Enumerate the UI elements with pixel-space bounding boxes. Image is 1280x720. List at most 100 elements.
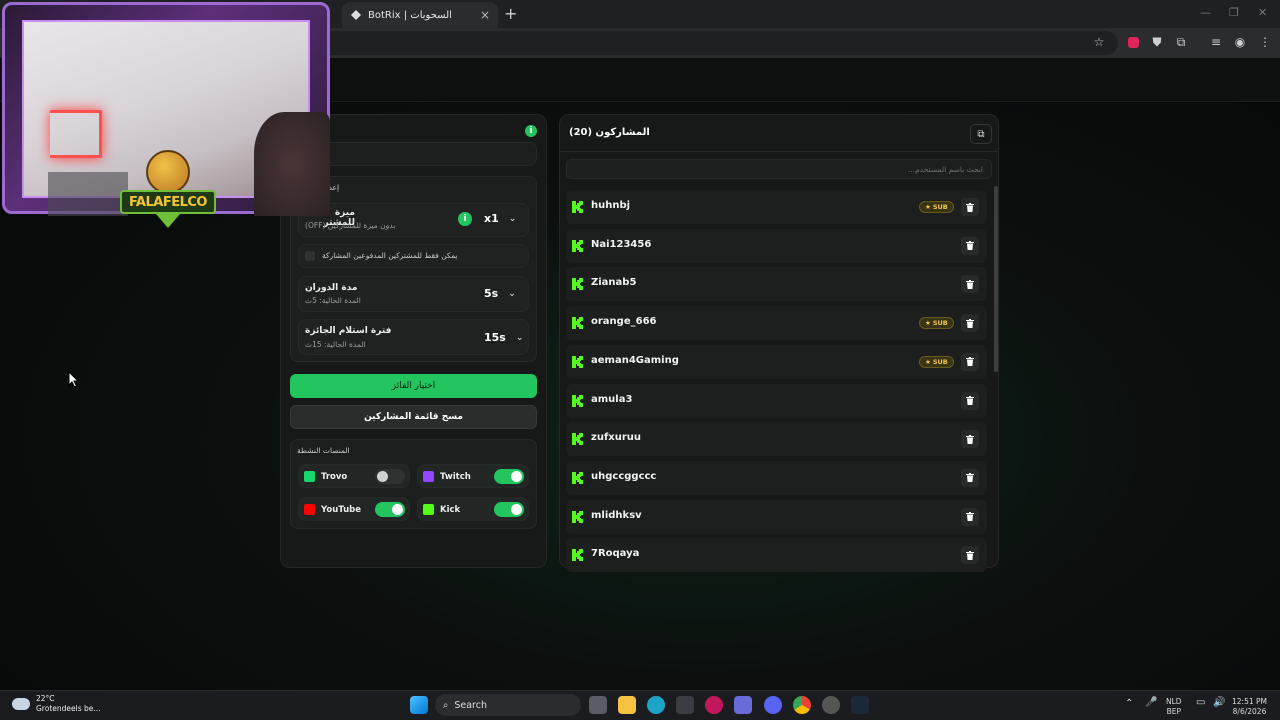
profile-icon[interactable]: ◉ [1232, 34, 1248, 50]
logo-text: FALAFELCO [120, 190, 216, 214]
trash-icon [966, 396, 974, 405]
delete-participant-button[interactable] [961, 275, 979, 294]
trash-icon [966, 318, 974, 328]
falafelco-logo: FALAFELCO [120, 150, 216, 234]
cloud-icon [12, 698, 30, 710]
twitch-icon [423, 471, 434, 482]
delete-participant-button[interactable] [961, 507, 979, 526]
feature-sub: بدون ميزة للمشاركين (OFF) [305, 221, 396, 230]
participants-scrollbar[interactable] [994, 186, 998, 372]
chevron-down-icon: ⌄ [508, 288, 516, 299]
pick-winner-button[interactable]: اختيار الفائز [290, 374, 537, 398]
shield-extension-icon[interactable]: ⛊ [1149, 34, 1165, 50]
twitch-toggle[interactable] [494, 469, 524, 484]
tab-title: BotRix | السحوبات [368, 9, 452, 21]
kick-logo-icon [572, 278, 583, 291]
microphone-icon[interactable]: 🎤 [1145, 698, 1157, 708]
kick-logo-icon [572, 471, 583, 484]
file-explorer-icon[interactable] [618, 696, 636, 714]
trash-icon [966, 434, 974, 444]
delete-participant-button[interactable] [961, 391, 979, 410]
tray-overflow-icon[interactable]: ⌃ [1125, 699, 1133, 709]
new-tab-button[interactable]: + [504, 4, 517, 23]
kick-logo-icon [572, 549, 583, 562]
taskbar-search[interactable]: ⌕ Search [435, 694, 581, 716]
delete-participant-button[interactable] [961, 352, 979, 371]
windows-start-icon[interactable] [410, 696, 428, 714]
participant-row: Nai123456 [566, 228, 987, 263]
edge-icon[interactable] [647, 696, 665, 714]
participant-row: 7Roqaya [566, 538, 987, 573]
volume-icon[interactable]: 🔊 [1213, 698, 1225, 708]
network-icon[interactable]: ▭ [1196, 698, 1205, 708]
neon-light [50, 110, 102, 158]
input-language[interactable]: NLD BEP [1166, 697, 1182, 717]
feature-value: x1 [484, 212, 499, 225]
delete-participant-button[interactable] [961, 468, 979, 487]
star-icon: ★ [925, 357, 931, 366]
tab-close-icon[interactable]: × [480, 8, 490, 22]
kick-logo-icon [572, 510, 583, 523]
task-view-icon[interactable] [589, 696, 607, 714]
app-purple-icon[interactable] [734, 696, 752, 714]
paid-only-label: يمكن فقط للمشتركين المدفوعين المشاركة [322, 251, 458, 260]
delete-participant-button[interactable] [961, 236, 979, 255]
address-bar[interactable] [310, 31, 1118, 55]
participant-name: Nai123456 [591, 238, 652, 250]
info-icon[interactable]: i [525, 125, 537, 137]
lang-primary: NLD [1166, 697, 1182, 706]
steam-icon[interactable] [851, 696, 869, 714]
app-red-icon[interactable] [705, 696, 723, 714]
platform-name-trovo: Trovo [321, 471, 348, 482]
platforms-heading: المنصات النشطة [297, 446, 350, 455]
weather-desc: Grotendeels be... [36, 704, 101, 713]
delete-participant-button[interactable] [961, 546, 979, 565]
store-icon[interactable] [676, 696, 694, 714]
delete-participant-button[interactable] [961, 198, 979, 216]
trovo-toggle[interactable] [375, 469, 405, 484]
claim-sub: المدة الحالية: 15ث [305, 340, 366, 349]
search-icon: ⌕ [443, 699, 449, 711]
claim-label: فترة استلام الجائزة [305, 326, 392, 336]
youtube-toggle[interactable] [375, 502, 405, 517]
clear-participants-button[interactable]: مسح قائمة المشاركين [290, 405, 537, 429]
platform-name-kick: Kick [440, 504, 461, 515]
claim-period-select[interactable]: 15s ⌄ [484, 331, 523, 344]
extension-red-icon[interactable] [1125, 34, 1141, 50]
clock[interactable]: 12:51 PM 8/6/2026 [1232, 697, 1267, 717]
delete-participant-button[interactable] [961, 314, 979, 333]
copy-icon[interactable]: ⧉ [970, 124, 992, 144]
chrome-icon[interactable] [793, 696, 811, 714]
discord-icon[interactable] [764, 696, 782, 714]
kick-toggle[interactable] [494, 502, 524, 517]
chevron-down-icon: ⌄ [508, 213, 517, 224]
feature-info-icon[interactable]: i [458, 212, 472, 226]
trash-icon [966, 357, 974, 367]
spin-duration-select[interactable]: 5s ⌄ [484, 287, 516, 300]
minimize-icon[interactable]: — [1200, 6, 1211, 19]
trash-icon [966, 473, 974, 483]
taskbar-search-label: Search [454, 699, 487, 711]
delete-participant-button[interactable] [961, 430, 979, 449]
participant-row: huhnbj ★ SUB [566, 190, 987, 224]
trovo-icon [304, 471, 315, 482]
media-controls-icon[interactable]: ≡ [1208, 34, 1224, 50]
browser-tab[interactable]: BotRix | السحوبات × [342, 2, 498, 28]
maximize-icon[interactable]: ❐ [1229, 6, 1239, 19]
close-window-icon[interactable]: ✕ [1258, 6, 1267, 19]
participant-row: orange_666 ★ SUB [566, 306, 987, 341]
weather-widget[interactable]: 22°C Grotendeels be... [12, 694, 101, 714]
browser-menu-icon[interactable]: ⋮ [1257, 34, 1273, 50]
bookmark-star-icon[interactable]: ☆ [1091, 34, 1107, 50]
participant-search-input[interactable]: ابحث باسم المستخدم... [566, 159, 992, 179]
paid-only-checkbox[interactable] [305, 251, 315, 261]
spin-sub: المدة الحالية: 5ث [305, 296, 361, 305]
app-gear-icon[interactable] [822, 696, 840, 714]
star-icon: ★ [925, 203, 931, 211]
extensions-puzzle-icon[interactable]: ⧉ [1173, 34, 1189, 50]
kick-logo-icon [572, 433, 583, 446]
trash-icon [966, 512, 974, 522]
feature-multiplier-select[interactable]: x1 ⌄ [484, 212, 516, 225]
weather-temp: 22°C [36, 694, 55, 703]
kick-logo-icon [572, 239, 583, 252]
